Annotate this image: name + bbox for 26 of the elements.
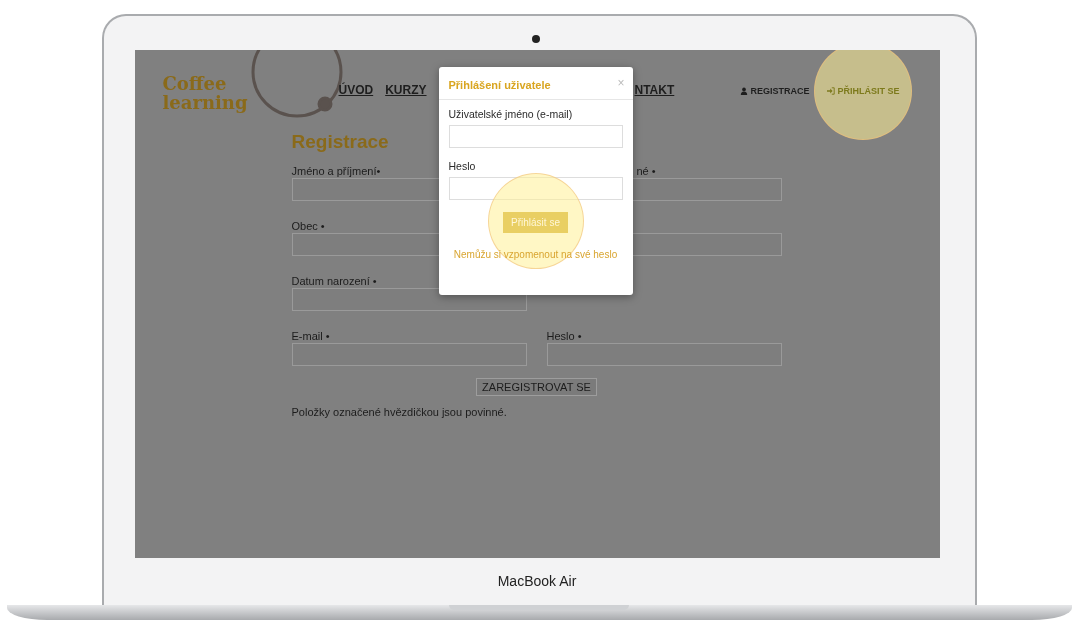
page-heading: Registrace <box>291 130 389 154</box>
field-label: né • <box>635 165 656 177</box>
nav-link[interactable]: ÚVOD <box>338 83 374 97</box>
account-link[interactable]: PŘIHLÁSIT SE <box>827 86 900 96</box>
sign-in-icon <box>827 87 836 95</box>
nav-link[interactable]: KURZY <box>385 83 427 97</box>
field-label: E-mail • <box>291 330 330 342</box>
field-label: Datum narození • <box>291 275 377 287</box>
input-field[interactable] <box>546 343 782 366</box>
nav-link[interactable]: NTAKT <box>634 83 675 97</box>
user-icon <box>740 87 749 95</box>
dialog-title: Přihlášení uživatele <box>448 79 551 91</box>
field-label: Heslo • <box>546 330 582 342</box>
field-label: Jméno a příjmení• <box>291 165 381 177</box>
laptop-label: MacBook Air <box>497 572 577 589</box>
logo-text: learning <box>162 93 248 112</box>
required-note: Položky označené hvězdičkou jsou povinné. <box>291 406 508 418</box>
field-label: Heslo <box>448 160 477 172</box>
field-label: Obec • <box>291 220 325 232</box>
camera-icon <box>531 35 540 43</box>
forgot-password-link[interactable]: Nemůžu si vzpomenout na své heslo <box>453 249 618 260</box>
account-link[interactable]: REGISTRACE <box>740 86 810 96</box>
register-button[interactable]: ZAREGISTROVAT SE <box>476 378 597 396</box>
field-label: Uživatelské jméno (e-mail) <box>448 108 574 120</box>
logo-text: Coffee <box>162 74 227 93</box>
input-field[interactable] <box>291 343 527 366</box>
